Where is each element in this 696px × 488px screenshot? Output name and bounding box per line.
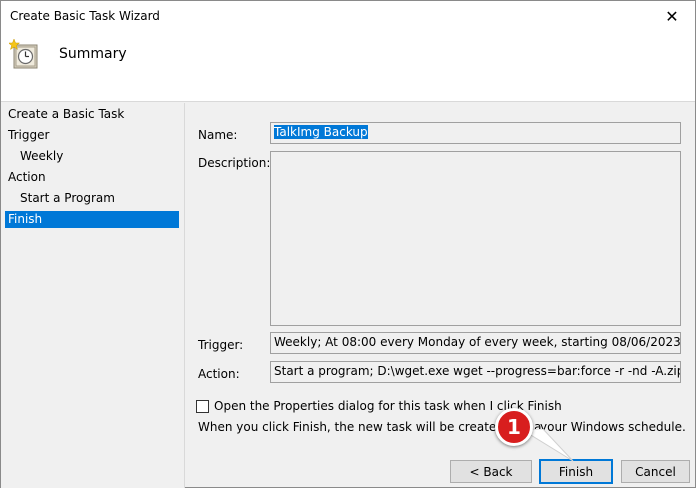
page-title: Summary bbox=[59, 46, 127, 62]
description-field[interactable] bbox=[270, 151, 681, 326]
name-label: Name: bbox=[198, 128, 238, 142]
cancel-button[interactable]: Cancel bbox=[621, 460, 690, 483]
task-clock-icon bbox=[9, 38, 38, 69]
wizard-window: Create Basic Task Wizard ✕ Summary Creat… bbox=[0, 0, 696, 488]
step-number-badge: 1 bbox=[495, 408, 533, 446]
info-text-left: When you click Finish, the new task will… bbox=[198, 420, 542, 434]
step-weekly[interactable]: Weekly bbox=[5, 148, 179, 165]
window-title: Create Basic Task Wizard bbox=[10, 9, 160, 23]
close-icon: ✕ bbox=[665, 7, 679, 26]
step-create-basic-task[interactable]: Create a Basic Task bbox=[5, 106, 179, 123]
trigger-value: Weekly; At 08:00 every Monday of every w… bbox=[274, 335, 681, 349]
action-value: Start a program; D:\wget.exe wget --prog… bbox=[274, 364, 680, 378]
action-field[interactable]: Start a program; D:\wget.exe wget --prog… bbox=[270, 361, 681, 383]
name-value: TalkImg Backup bbox=[274, 125, 368, 139]
name-field[interactable]: TalkImg Backup bbox=[270, 122, 681, 144]
action-label: Action: bbox=[198, 367, 240, 381]
trigger-label: Trigger: bbox=[198, 338, 244, 352]
trigger-field[interactable]: Weekly; At 08:00 every Monday of every w… bbox=[270, 332, 681, 354]
step-finish[interactable]: Finish bbox=[5, 211, 179, 228]
back-button[interactable]: < Back bbox=[450, 460, 532, 483]
step-trigger[interactable]: Trigger bbox=[5, 127, 179, 144]
wizard-header: Summary bbox=[1, 32, 695, 102]
close-button[interactable]: ✕ bbox=[649, 1, 695, 32]
title-bar: Create Basic Task Wizard ✕ bbox=[1, 1, 695, 32]
description-label: Description: bbox=[198, 156, 271, 170]
step-start-a-program[interactable]: Start a Program bbox=[5, 190, 179, 207]
steps-pane: Create a Basic Task Trigger Weekly Actio… bbox=[1, 103, 185, 488]
open-properties-checkbox[interactable] bbox=[196, 400, 209, 413]
step-action[interactable]: Action bbox=[5, 169, 179, 186]
